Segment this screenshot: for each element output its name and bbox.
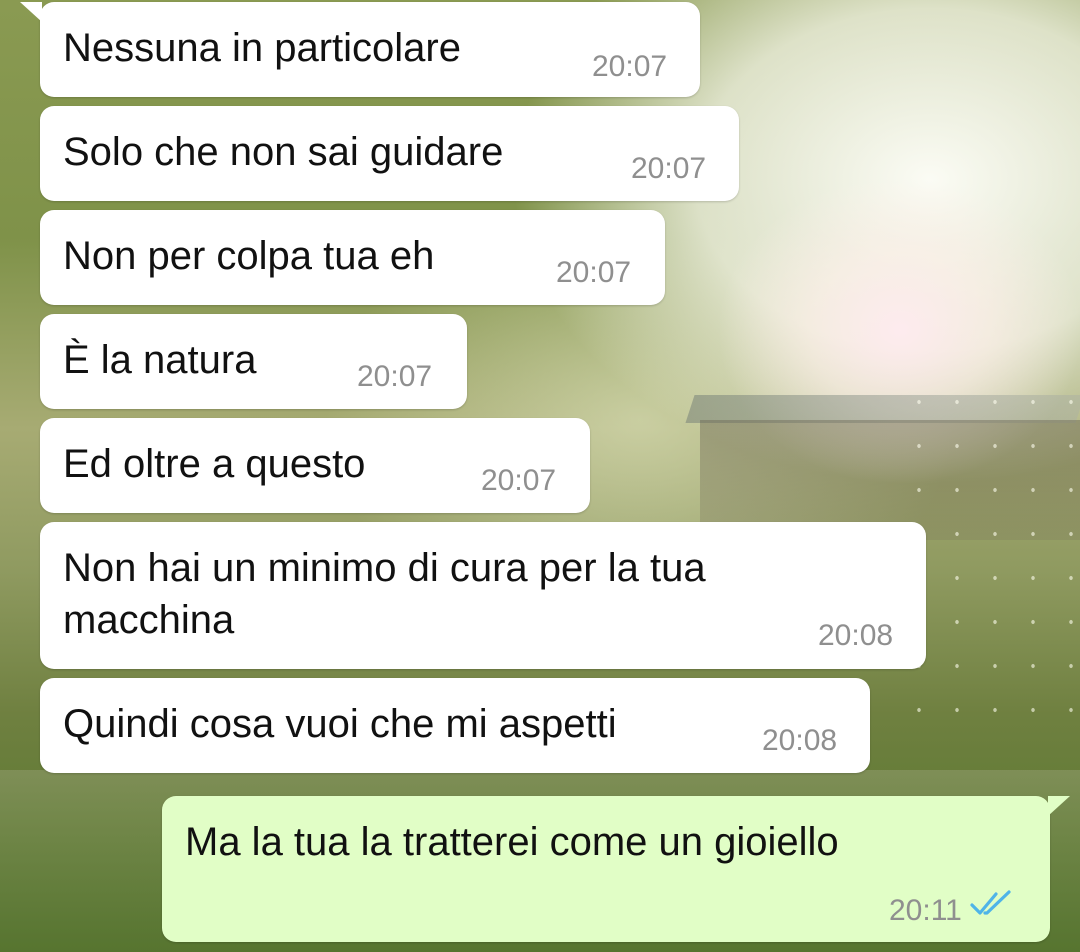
message-bubble-outgoing[interactable]: Ma la tua la tratterei come un gioiello … xyxy=(162,796,1070,942)
message-timestamp: 20:08 xyxy=(818,619,894,652)
wallpaper-light-specks xyxy=(900,380,1080,720)
message-text: Ed oltre a questo xyxy=(63,442,366,486)
message-timestamp: 20:07 xyxy=(592,50,668,83)
message-bubble-incoming[interactable]: Solo che non sai guidare 20:07 xyxy=(40,106,739,201)
message-bubble-incoming[interactable]: Non per colpa tua eh 20:07 xyxy=(40,210,665,305)
message-timestamp: 20:11 xyxy=(889,894,962,927)
message-text: Quindi cosa vuoi che mi aspetti xyxy=(63,702,617,746)
message-timestamp: 20:07 xyxy=(556,256,632,289)
message-bubble-incoming[interactable]: Nessuna in particolare 20:07 xyxy=(20,2,700,97)
message-text: Ma la tua la tratterei come un gioiello xyxy=(185,820,839,864)
message-text-line-1: Non hai un minimo di cura per la tua xyxy=(63,546,706,590)
message-bubble-incoming[interactable]: È la natura 20:07 xyxy=(40,314,467,409)
message-text-line-2: macchina xyxy=(63,598,235,642)
message-text: Non per colpa tua eh xyxy=(63,234,435,278)
message-text: Nessuna in particolare xyxy=(63,26,461,70)
message-timestamp: 20:07 xyxy=(481,464,557,497)
message-bubble-incoming[interactable]: Non hai un minimo di cura per la tua mac… xyxy=(40,522,926,669)
message-bubble-incoming[interactable]: Quindi cosa vuoi che mi aspetti 20:08 xyxy=(40,678,870,773)
bubble-tail xyxy=(1048,796,1070,816)
message-timestamp: 20:07 xyxy=(631,152,707,185)
message-timestamp: 20:08 xyxy=(762,724,838,757)
message-bubble-incoming[interactable]: Ed oltre a questo 20:07 xyxy=(40,418,590,513)
message-timestamp: 20:07 xyxy=(357,360,433,393)
bubble-tail xyxy=(20,2,42,22)
message-text: Solo che non sai guidare xyxy=(63,130,504,174)
double-check-icon xyxy=(970,890,1011,915)
message-text: È la natura xyxy=(63,338,257,382)
